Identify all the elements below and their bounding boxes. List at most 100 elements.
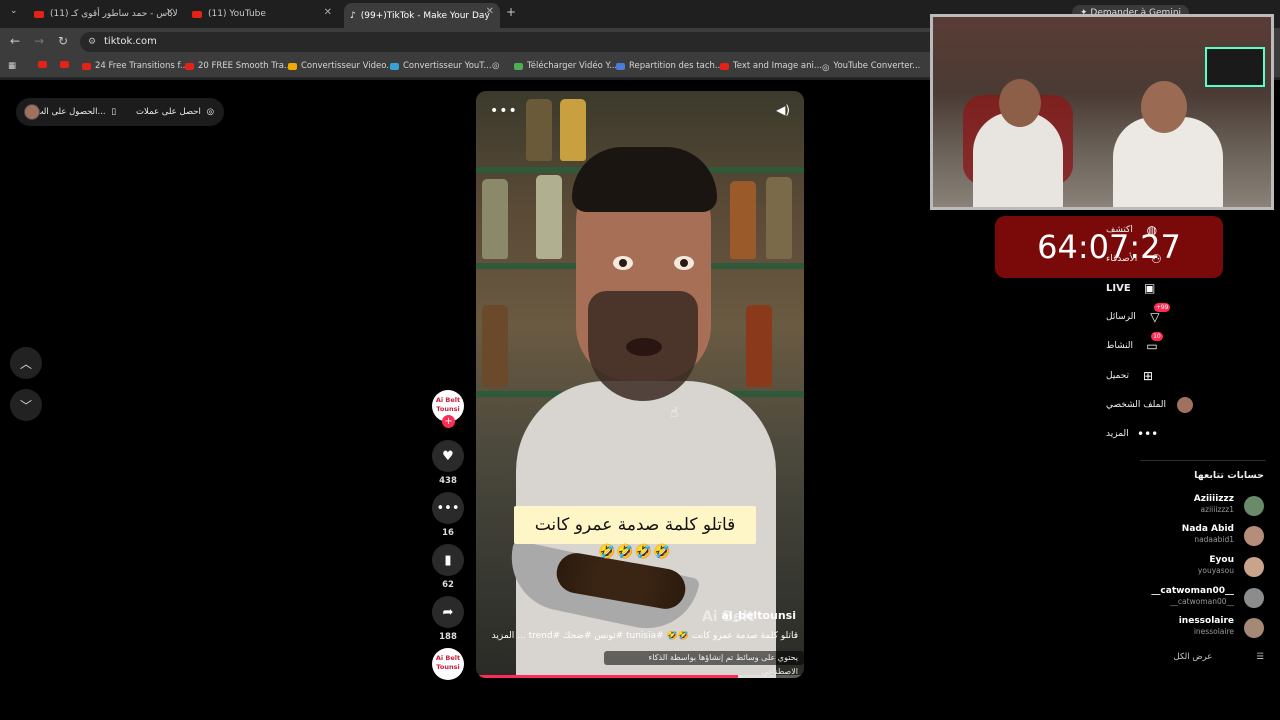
nav-explore[interactable]: ◍ اكتشف (1106, 219, 1266, 241)
tab-label: (99+)TikTok - Make Your Day (360, 10, 490, 21)
bookmark-item[interactable]: 24 Free Transitions f... (82, 61, 188, 71)
next-video-button[interactable]: ﹀ (10, 389, 42, 421)
following-account[interactable]: Aziiiizzz aziiiizzz1 (1064, 494, 1264, 518)
heart-icon: ♥ (442, 448, 454, 464)
tab-tiktok[interactable]: ♪ (99+)TikTok - Make Your Day ✕ (344, 3, 500, 28)
more-options-icon[interactable]: ••• (490, 103, 518, 119)
comment-count: 16 (442, 528, 454, 538)
youtube-icon (192, 10, 202, 18)
follow-plus-icon[interactable]: + (442, 415, 455, 428)
tab-lebas[interactable]: (11) لاباس - حمد ساطور أقوى كـ ✕ (28, 4, 180, 24)
forward-icon[interactable]: → (34, 34, 44, 48)
nav-more[interactable]: ••• المزيد (1106, 423, 1266, 445)
get-app-button[interactable]: الحصول على الت... ▯ (35, 107, 116, 117)
nav-profile[interactable]: الملف الشخصي (1106, 394, 1266, 416)
bookmark-youtube-2[interactable] (60, 61, 73, 68)
bookmark-icon: ▮ (444, 552, 452, 568)
sound-creator-avatar[interactable]: Ai Belt Tounsi (432, 648, 464, 680)
chevron-up-icon: ︿ (19, 356, 32, 371)
bookmark-label: Convertisseur YouT... (403, 61, 492, 71)
site-info-icon[interactable]: ⚙ (88, 32, 96, 52)
close-icon[interactable]: ✕ (324, 7, 332, 18)
nav-label: الأصدقاء (1106, 254, 1138, 264)
monitor (1205, 47, 1265, 87)
bookmark-item[interactable]: Convertisseur YouT... (390, 61, 492, 71)
like-button[interactable]: ♥ (432, 440, 464, 472)
reload-icon[interactable]: ↻ (58, 34, 68, 48)
youtube-icon (185, 62, 194, 70)
avatar (1244, 588, 1264, 608)
account-name: __catwoman00__ (1151, 586, 1234, 596)
account-handle: nadaabid1 (1194, 535, 1234, 544)
bookmark-label: 24 Free Transitions f... (95, 61, 188, 71)
video-description[interactable]: قاتلو كلمة صدمة عمرو كانت 🤣🤣 #tunisia #ت… (486, 631, 798, 641)
volume-icon[interactable]: ◀) (776, 103, 790, 117)
previous-video-button[interactable]: ︿ (10, 347, 42, 379)
mouse-cursor-icon: ☝ (670, 405, 679, 421)
bookmark-item[interactable]: ◎ YouTube Converter... (822, 61, 921, 73)
chevron-down-icon: ﹀ (19, 398, 32, 413)
youtube-icon (38, 61, 47, 68)
new-tab-icon[interactable]: + (506, 5, 516, 19)
close-icon[interactable]: ✕ (166, 7, 174, 18)
person-eye (674, 256, 694, 270)
friends-icon: ⚇ (1150, 252, 1162, 266)
divider (1140, 460, 1266, 461)
ai-content-notice: يحتوي على وسائط تم إنشاؤها بواسطة الذكاء… (604, 651, 804, 676)
bookmark-label: 20 FREE Smooth Tra... (198, 61, 293, 71)
list-icon: ☰ (1256, 652, 1264, 662)
save-action: ▮ 62 (432, 544, 464, 590)
url-field[interactable]: ⚙ tiktok.com (80, 32, 940, 52)
bookmark-item[interactable]: Convertisseur Video... (288, 61, 394, 71)
messages-badge: 99+ (1153, 303, 1171, 312)
back-icon[interactable]: ← (10, 34, 20, 48)
video-progress-bar[interactable] (476, 675, 804, 678)
video-author[interactable]: ai_beltounsi (721, 609, 796, 622)
save-button[interactable]: ▮ (432, 544, 464, 576)
nav-friends[interactable]: ⚇ الأصدقاء (1106, 248, 1266, 270)
share-count: 188 (439, 632, 457, 642)
see-all-button[interactable]: عرض الكل ☰ (1174, 652, 1264, 662)
youtube-icon (720, 62, 729, 70)
top-left-pill: الحصول على الت... ▯ احصل على عملات ◎ (16, 98, 224, 126)
video-caption: قاتلو كلمة صدمة عمرو كانت (514, 506, 756, 544)
comment-button[interactable]: ••• (432, 492, 464, 524)
bookmark-item[interactable]: 20 FREE Smooth Tra... (185, 61, 292, 71)
bookmark-youtube-1[interactable] (38, 61, 51, 68)
nav-messages[interactable]: ▽ 99+ الرسائل (1106, 303, 1266, 328)
get-coins-button[interactable]: احصل على عملات ◎ (136, 107, 214, 117)
video-player[interactable]: ••• ◀) قاتلو كلمة صدمة عمرو كانت 🤣🤣🤣🤣 Ai… (476, 91, 804, 678)
activity-badge: 10 (1151, 332, 1163, 341)
tab-search-icon[interactable]: ⌄ (10, 6, 18, 16)
following-account[interactable]: Eyou youyasou (1064, 555, 1264, 579)
close-icon[interactable]: ✕ (486, 6, 494, 17)
globe-icon[interactable]: ◎ (492, 61, 499, 71)
nav-live[interactable]: ▣ LIVE (1106, 277, 1266, 299)
get-coins-label: احصل على عملات (136, 107, 201, 117)
bookmark-item[interactable]: Text and Image ani... (720, 61, 822, 71)
apps-icon[interactable]: ▦ (8, 61, 16, 71)
person-mouth (626, 338, 662, 356)
bookmark-label: YouTube Converter... (833, 61, 921, 71)
bookmark-item[interactable]: Repartition des tach... (616, 61, 723, 71)
following-account[interactable]: Nada Abid nadaabid1 (1064, 524, 1264, 548)
share-button[interactable]: ➦ (432, 596, 464, 628)
jar (746, 305, 772, 387)
following-account[interactable]: __catwoman00__ __catwoman00__ (1064, 586, 1264, 610)
download-icon (514, 62, 523, 70)
account-name: Nada Abid (1181, 524, 1234, 534)
nav-activity[interactable]: ▭ 10 النشاط (1106, 332, 1266, 357)
account-name: Eyou (1209, 555, 1234, 565)
like-count: 438 (439, 476, 457, 486)
caption-emojis: 🤣🤣🤣🤣 (598, 544, 672, 560)
tab-youtube[interactable]: (11) YouTube ✕ (186, 4, 338, 24)
nav-upload[interactable]: ⊞ تحميل (1106, 365, 1266, 387)
converter-icon (288, 62, 297, 70)
globe-icon: ◎ (822, 62, 830, 73)
bookmark-item[interactable]: Télécharger Vidéo Y... (514, 61, 617, 71)
jar (766, 177, 792, 259)
see-all-label: عرض الكل (1173, 652, 1213, 662)
avatar[interactable] (24, 104, 40, 120)
following-account[interactable]: inessolaire inessolaire (1064, 616, 1264, 640)
nav-label: المزيد (1106, 429, 1129, 439)
